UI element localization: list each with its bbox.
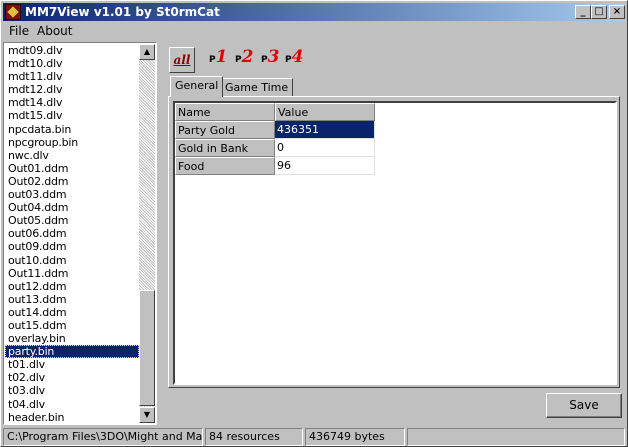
status-bar: C:\Program Files\3DO\Might and Magic VII… (3, 428, 625, 446)
save-button[interactable]: Save (546, 393, 622, 418)
close-button[interactable]: × (609, 5, 625, 19)
list-item[interactable]: out03.ddm (5, 188, 139, 201)
menu-about[interactable]: About (37, 24, 72, 38)
all-players-label: all (173, 53, 191, 67)
player-3-prefix: P (261, 55, 268, 65)
list-item[interactable]: header.bin (5, 411, 139, 423)
minimize-button[interactable]: _ (575, 5, 591, 19)
list-item[interactable]: mdt11.dlv (5, 70, 139, 83)
gold-in-bank-value[interactable]: 0 (275, 139, 375, 157)
list-item[interactable]: out14.ddm (5, 306, 139, 319)
row-label-food: Food (175, 157, 275, 175)
scroll-down-button[interactable]: ▼ (139, 407, 155, 423)
list-scrollbar[interactable]: ▲ ▼ (139, 44, 155, 423)
list-item[interactable]: npcdata.bin (5, 123, 139, 136)
list-item[interactable]: out13.ddm (5, 293, 139, 306)
maximize-button[interactable]: □ (591, 5, 607, 19)
player-1-button[interactable]: P1 (209, 47, 227, 73)
list-item[interactable]: mdt14.dlv (5, 96, 139, 109)
list-item[interactable]: out12.ddm (5, 280, 139, 293)
list-item[interactable]: t02.dlv (5, 371, 139, 384)
list-item[interactable]: t01.dlv (5, 358, 139, 371)
arrow-down-icon: ▼ (143, 410, 151, 419)
window-title: MM7View v1.01 by St0rmCat (25, 5, 220, 19)
food-value[interactable]: 96 (275, 157, 375, 175)
player-4-prefix: P (285, 55, 292, 65)
tab-general[interactable]: General (170, 76, 224, 97)
player-2-button[interactable]: P2 (235, 47, 253, 73)
main-window: MM7View v1.01 by St0rmCat _ □ × File Abo… (0, 0, 628, 447)
list-item[interactable]: party.bin (5, 345, 139, 359)
player-1-prefix: P (209, 55, 216, 65)
list-item[interactable]: t03.dlv (5, 384, 139, 397)
minimize-icon: _ (580, 6, 586, 17)
player-2-number: 2 (241, 47, 254, 67)
scroll-thumb[interactable] (139, 290, 155, 406)
menu-bar: File About (3, 22, 625, 40)
row-label-gold-in-bank: Gold in Bank (175, 139, 275, 157)
status-path: C:\Program Files\3DO\Might and Magic VII (3, 428, 203, 446)
player-4-button[interactable]: P4 (285, 47, 303, 73)
list-item[interactable]: overlay.bin (5, 332, 139, 345)
menu-file[interactable]: File (9, 24, 29, 38)
list-item[interactable]: Out01.ddm (5, 162, 139, 175)
list-item[interactable]: mdt12.dlv (5, 83, 139, 96)
list-item[interactable]: nwc.dlv (5, 149, 139, 162)
player-4-number: 4 (291, 47, 304, 67)
resource-list-items: mdt09.dlv mdt10.dlv mdt11.dlv mdt12.dlv mdt1… (5, 44, 139, 423)
close-icon: × (612, 6, 622, 17)
maximize-icon: □ (594, 6, 604, 17)
list-item[interactable]: out15.ddm (5, 319, 139, 332)
all-players-button[interactable]: all (169, 47, 195, 73)
title-bar[interactable]: MM7View v1.01 by St0rmCat _ □ × (3, 3, 625, 21)
list-item[interactable]: out10.ddm (5, 254, 139, 267)
list-item[interactable]: Out04.ddm (5, 201, 139, 214)
app-icon[interactable] (5, 4, 21, 20)
detail-panel: all P1 P2 P3 P4 General Game Time Name V… (161, 42, 627, 425)
player-3-number: 3 (267, 47, 280, 67)
row-label-party-gold: Party Gold (175, 121, 275, 139)
arrow-up-icon: ▲ (143, 47, 151, 56)
status-resources: 84 resources (205, 428, 303, 446)
list-item[interactable]: Out11.ddm (5, 267, 139, 280)
list-item[interactable]: mdt09.dlv (5, 44, 139, 57)
list-item[interactable]: npcgroup.bin (5, 136, 139, 149)
tab-game-time[interactable]: Game Time (220, 78, 294, 97)
list-item[interactable]: out06.ddm (5, 227, 139, 240)
status-bytes: 436749 bytes (305, 428, 405, 446)
player-2-prefix: P (235, 55, 242, 65)
status-empty (407, 428, 625, 446)
list-item[interactable]: mdt15.dlv (5, 109, 139, 122)
property-grid[interactable]: Name Value Party Gold 436351 Gold in Ban… (173, 101, 617, 385)
player-1-number: 1 (215, 47, 228, 67)
list-item[interactable]: out09.ddm (5, 240, 139, 253)
list-item[interactable]: Out02.ddm (5, 175, 139, 188)
resource-list[interactable]: mdt09.dlv mdt10.dlv mdt11.dlv mdt12.dlv mdt1… (3, 42, 157, 425)
party-gold-value[interactable]: 436351 (275, 121, 375, 139)
tab-page-general: Name Value Party Gold 436351 Gold in Ban… (168, 96, 620, 388)
list-item[interactable]: Out05.ddm (5, 214, 139, 227)
scroll-up-button[interactable]: ▲ (139, 44, 155, 60)
list-item[interactable]: t04.dlv (5, 398, 139, 411)
column-header-name[interactable]: Name (175, 103, 275, 121)
column-header-value[interactable]: Value (275, 103, 375, 121)
list-item[interactable]: mdt10.dlv (5, 57, 139, 70)
player-3-button[interactable]: P3 (261, 47, 279, 73)
